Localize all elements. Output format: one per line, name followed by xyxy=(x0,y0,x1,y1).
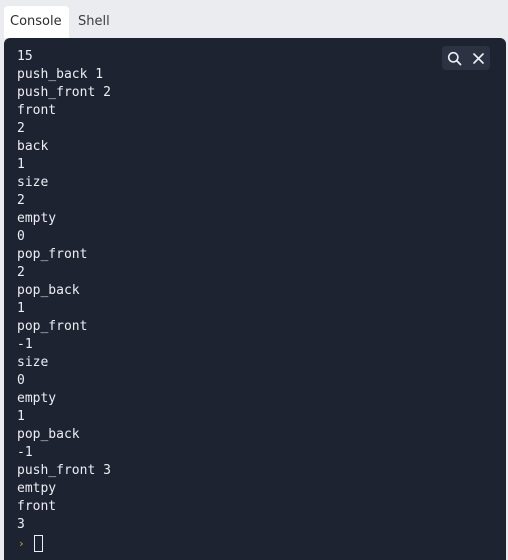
console-output-line: pop_back xyxy=(17,283,80,298)
console-output-line: size xyxy=(17,355,49,370)
console-output-line: front xyxy=(17,103,57,118)
console-output-line: push_front 3 xyxy=(17,463,111,478)
console-toolbar xyxy=(442,46,490,70)
console-prompt[interactable]: › xyxy=(18,534,43,552)
console-output-line: push_front 2 xyxy=(17,85,111,100)
console-output-line: back xyxy=(17,139,49,154)
search-button[interactable] xyxy=(442,46,466,70)
console-output-line: pop_front xyxy=(17,247,88,262)
console-output-line: 2 xyxy=(17,265,25,280)
text-cursor xyxy=(34,534,43,552)
console-output-line: empty xyxy=(17,211,57,226)
console-output-line: 2 xyxy=(17,121,25,136)
close-icon xyxy=(472,52,484,64)
console-output-line: emtpy xyxy=(17,481,57,496)
close-button[interactable] xyxy=(466,46,490,70)
console-output-line: front xyxy=(17,499,57,514)
console-output-line: 1 xyxy=(17,301,25,316)
console-output-line: -1 xyxy=(17,337,33,352)
console-output: 15 push_back 1 push_front 2 front 2 back 1 size… xyxy=(17,48,111,534)
console-output-line: 1 xyxy=(17,157,25,172)
console-output-line: pop_back xyxy=(17,427,80,442)
console-output-line: 3 xyxy=(17,517,25,532)
console-output-line: -1 xyxy=(17,445,33,460)
console-output-line: push_back 1 xyxy=(17,67,104,82)
tab-shell[interactable]: Shell xyxy=(72,6,116,38)
search-icon xyxy=(447,51,461,65)
console-panel: 15 push_back 1 push_front 2 front 2 back 1 size… xyxy=(4,38,506,560)
prompt-chevron-icon: › xyxy=(18,536,25,550)
console-output-line: 0 xyxy=(17,229,25,244)
tab-bar: Console Shell xyxy=(0,0,508,38)
console-output-line: size xyxy=(17,175,49,190)
console-output-line: 0 xyxy=(17,373,25,388)
console-output-line: pop_front xyxy=(17,319,88,334)
console-output-line: 15 xyxy=(17,49,33,64)
console-output-line: empty xyxy=(17,391,57,406)
console-output-line: 2 xyxy=(17,193,25,208)
console-output-line: 1 xyxy=(17,409,25,424)
tab-console[interactable]: Console xyxy=(4,6,69,38)
